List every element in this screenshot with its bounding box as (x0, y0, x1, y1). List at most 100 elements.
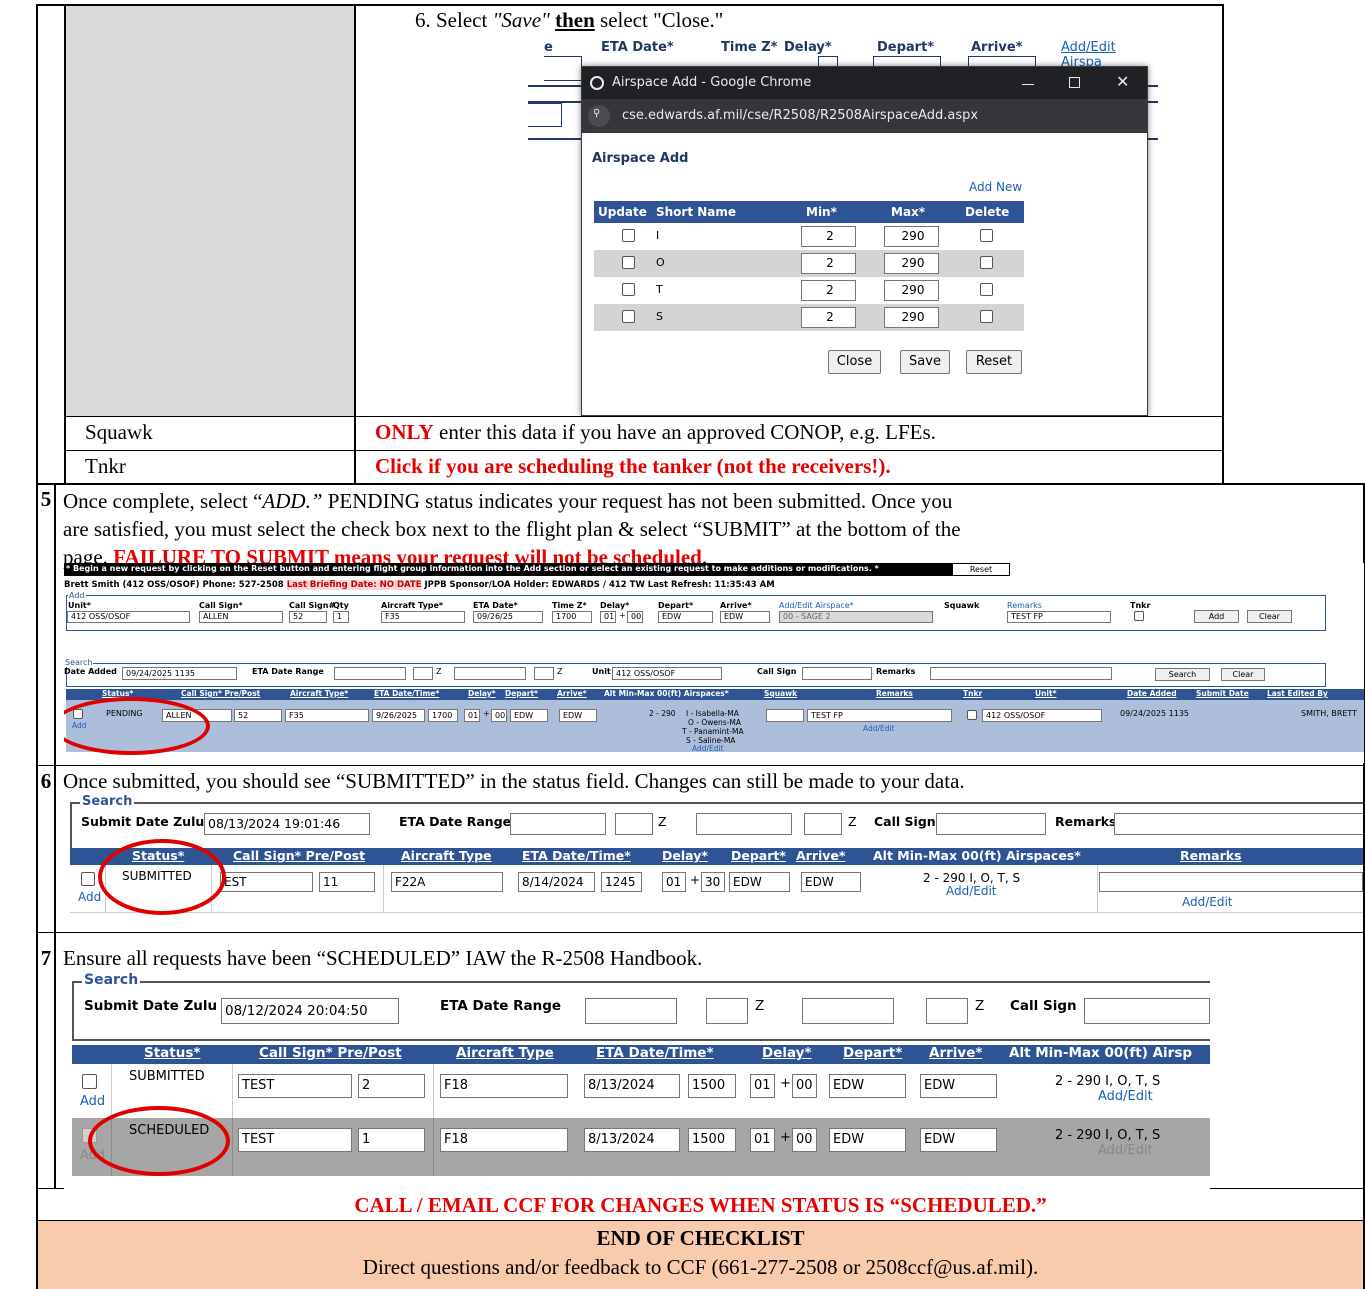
callsign-number-input[interactable]: 52 (289, 611, 327, 623)
instruction-banner: * Begin a new request by clicking on the… (64, 563, 1010, 576)
step-6-instruction: 6. Select "Save" then select "Close." (415, 8, 724, 32)
bg-label: Depart* (877, 40, 935, 55)
step-number: 5 (40, 487, 52, 511)
eta-range-start[interactable] (334, 667, 406, 680)
short-name: O (656, 256, 665, 269)
address-bar: ⚲ cse.edwards.af.mil/cse/R2508/R2508Airs… (582, 99, 1147, 133)
max-input[interactable]: 290 (884, 307, 939, 328)
delete-checkbox[interactable] (980, 283, 993, 296)
min-input[interactable]: 2 (801, 307, 856, 328)
remarks-search-input[interactable] (930, 667, 1112, 680)
update-checkbox[interactable] (622, 310, 635, 323)
tnkr-checkbox[interactable] (1134, 611, 1144, 621)
step-7-text: Ensure all requests have been “SCHEDULED… (63, 946, 703, 970)
bg-label: Arrive* (971, 40, 1023, 55)
tnkr-text: Click if you are scheduling the tanker (… (375, 454, 891, 478)
step5-screenshot: * Begin a new request by clicking on the… (64, 563, 1364, 763)
min-input[interactable]: 2 (801, 226, 856, 247)
min-input[interactable]: 2 (801, 280, 856, 301)
unit-select[interactable]: 412 OSS/OSOF (67, 611, 190, 623)
step-6-text: Once submitted, you should see “SUBMITTE… (63, 769, 965, 793)
callsign-input[interactable]: ALLEN (199, 611, 283, 623)
depart-input[interactable]: EDW (658, 611, 713, 623)
search-button[interactable]: Search (1155, 668, 1210, 681)
bg-label: ETA Date* (601, 40, 674, 55)
maximize-icon[interactable] (1069, 77, 1080, 88)
dialog-heading: Airspace Add (592, 151, 689, 166)
time-input[interactable]: 1700 (552, 611, 592, 623)
max-input[interactable]: 290 (884, 226, 939, 247)
date-added-input[interactable]: 09/24/2025 1135 (122, 667, 237, 680)
qty-input[interactable]: 1 (333, 611, 349, 623)
max-input[interactable]: 290 (884, 253, 939, 274)
row-checkbox[interactable] (82, 1074, 97, 1089)
remarks-input[interactable]: TEST FP (1007, 611, 1111, 623)
col-max: Max* (891, 205, 926, 219)
submit-date-input[interactable]: 08/13/2024 19:01:46 (204, 813, 370, 835)
col-short-name: Short Name (656, 205, 737, 219)
table-row[interactable]: Add SUBMITTED TEST 2 F18 8/13/2024 1500 … (72, 1064, 1210, 1118)
airspace-row: I 2 290 (594, 223, 1024, 250)
eta-range-end-time[interactable] (534, 667, 554, 680)
submit-date-input[interactable]: 08/12/2024 20:04:50 (221, 998, 399, 1024)
delete-checkbox[interactable] (980, 310, 993, 323)
save-button[interactable]: Save (900, 350, 950, 374)
table-row[interactable]: Add PENDING ALLEN 52 F35 9/26/2025 1700 … (66, 700, 1364, 753)
row-tnkr-checkbox[interactable] (967, 710, 977, 720)
arrive-input[interactable]: EDW (720, 611, 770, 623)
call-email-notice: CALL / EMAIL CCF FOR CHANGES WHEN STATUS… (354, 1193, 1047, 1217)
max-input[interactable]: 290 (884, 280, 939, 301)
aircraft-type-input[interactable]: F35 (381, 611, 465, 623)
highlight-oval (98, 839, 226, 915)
tnkr-label: Tnkr (85, 454, 126, 478)
update-checkbox[interactable] (622, 283, 635, 296)
row-checkbox[interactable] (81, 872, 95, 886)
reset-button[interactable]: Reset (952, 563, 1010, 576)
short-name: I (656, 229, 660, 242)
delay-minutes-input[interactable]: 00 (627, 611, 643, 623)
close-button[interactable]: Close (828, 350, 881, 374)
grid-header: Status* Call Sign* Pre/Post Aircraft Typ… (66, 689, 1364, 700)
bg-label: Time Z* (721, 40, 778, 55)
reset-button[interactable]: Reset (966, 350, 1022, 374)
update-checkbox[interactable] (622, 229, 635, 242)
col-update: Update (598, 205, 647, 219)
search-clear-button[interactable]: Clear (1221, 668, 1265, 681)
grid-header: Status* Call Sign* Pre/Post Aircraft Typ… (70, 848, 1363, 865)
call-sign-search-input[interactable] (802, 667, 872, 680)
airspace-row: T 2 290 (594, 277, 1024, 304)
chrome-icon (590, 76, 604, 90)
end-title: END OF CHECKLIST (596, 1226, 805, 1250)
step-number: 6 (40, 769, 52, 793)
table-row[interactable]: Add SUBMITTED EST 11 F22A 8/14/2024 1245… (70, 865, 1363, 913)
minimize-icon[interactable] (1022, 84, 1034, 85)
delete-checkbox[interactable] (980, 256, 993, 269)
short-name: T (656, 283, 663, 296)
eta-range-start-time[interactable] (413, 667, 433, 680)
user-info: Brett Smith (412 OSS/OSOF) Phone: 527-25… (64, 580, 775, 590)
unit-search-select[interactable]: 412 OSS/OSOF (612, 667, 722, 680)
eta-range-end[interactable] (454, 667, 526, 680)
step-5-text: Once complete, select “ADD.” PENDING sta… (63, 489, 961, 569)
chrome-window: Airspace Add - Google Chrome ✕ ⚲ cse.edw… (581, 66, 1148, 416)
title-bar: Airspace Add - Google Chrome ✕ (582, 67, 1147, 99)
min-input[interactable]: 2 (801, 253, 856, 274)
bg-label: e (544, 40, 553, 55)
bg-label: Delay* (784, 40, 832, 55)
bg-input (544, 56, 582, 81)
airspace-input: 00 - SAGE 2 (779, 611, 933, 623)
eta-date-input[interactable]: 09/26/25 (473, 611, 543, 623)
add-new-link[interactable]: Add New (969, 180, 1022, 194)
update-checkbox[interactable] (622, 256, 635, 269)
add-button[interactable]: Add (1194, 610, 1239, 623)
delay-hours-input[interactable]: 01 (600, 611, 616, 623)
step7-screenshot: Search Submit Date Zulu 08/12/2024 20:04… (64, 970, 1210, 1190)
table-row[interactable]: Add SCHEDULED TEST 1 F18 8/13/2024 1500 … (72, 1118, 1210, 1176)
squawk-label: Squawk (85, 420, 153, 444)
col-delete: Delete (965, 205, 1010, 219)
close-window-icon[interactable]: ✕ (1116, 72, 1129, 91)
clear-button[interactable]: Clear (1247, 610, 1292, 623)
delete-checkbox[interactable] (980, 229, 993, 242)
url-text[interactable]: cse.edwards.af.mil/cse/R2508/R2508Airspa… (622, 108, 978, 123)
highlight-oval (88, 1106, 230, 1176)
